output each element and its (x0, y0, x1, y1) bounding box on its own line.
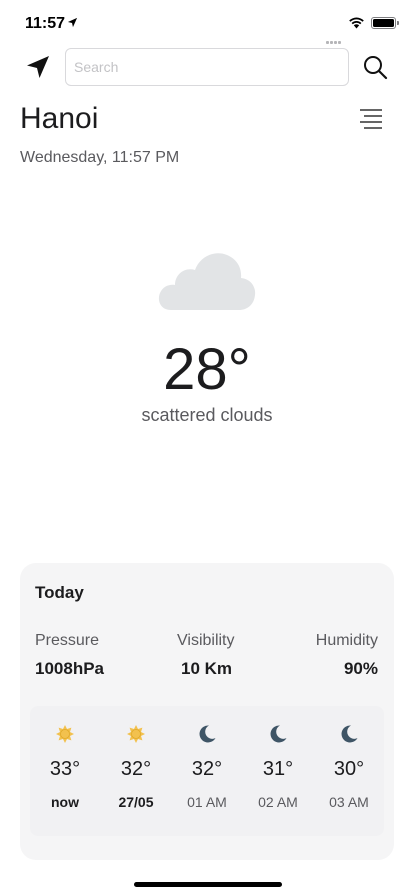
hourly-forecast[interactable]: 33° now 32° 27/05 32° 01 AM 31° 02 AM 30… (30, 706, 384, 836)
battery-icon (371, 17, 399, 29)
pressure-label: Pressure (35, 632, 100, 649)
search-icon[interactable] (361, 53, 389, 81)
city-name: Hanoi (20, 102, 99, 135)
forecast-temp: 32° (191, 758, 223, 780)
forecast-time: 01 AM (187, 794, 227, 810)
forecast-time: 02 AM (258, 794, 298, 810)
forecast-item: 31° 02 AM (248, 706, 308, 836)
weather-description: scattered clouds (141, 405, 273, 425)
cellular-signal-icon (326, 26, 344, 44)
today-card: Today Pressure 1008hPa Visibility 10 Km … (20, 563, 394, 860)
forecast-time: now (51, 794, 79, 810)
forecast-time: 03 AM (329, 794, 369, 810)
location-arrow-icon (67, 17, 78, 28)
forecast-item: 32° 01 AM (177, 706, 237, 836)
forecast-item: 32° 27/05 (106, 706, 166, 836)
menu-icon[interactable] (356, 107, 384, 133)
status-time: 11:57 (25, 15, 66, 32)
date-time: Wednesday, 11:57 PM (20, 149, 180, 166)
search-input[interactable] (65, 48, 349, 86)
forecast-item: 33° now (35, 706, 95, 836)
forecast-temp: 31° (262, 758, 294, 780)
card-title: Today (35, 583, 84, 602)
forecast-temp: 32° (120, 758, 152, 780)
visibility-label: Visibility (177, 632, 235, 649)
forecast-temp: 30° (333, 758, 365, 780)
moon-icon (341, 725, 358, 743)
current-location-button[interactable] (24, 53, 52, 81)
sun-icon (56, 725, 74, 743)
status-bar: 11:57 (0, 0, 414, 48)
humidity-label: Humidity (315, 632, 378, 649)
wifi-icon (349, 17, 364, 29)
sun-icon (127, 725, 145, 743)
home-indicator[interactable] (134, 882, 282, 887)
current-temperature: 28° (163, 337, 251, 402)
moon-icon (270, 725, 287, 743)
forecast-item: 30° 03 AM (319, 706, 379, 836)
forecast-time: 27/05 (118, 794, 154, 810)
forecast-temp: 33° (49, 758, 81, 780)
pressure-value: 1008hPa (35, 659, 104, 678)
humidity-value: 90% (343, 659, 378, 678)
moon-icon (199, 725, 216, 743)
cloud-icon (158, 253, 256, 310)
visibility-value: 10 Km (181, 659, 233, 678)
